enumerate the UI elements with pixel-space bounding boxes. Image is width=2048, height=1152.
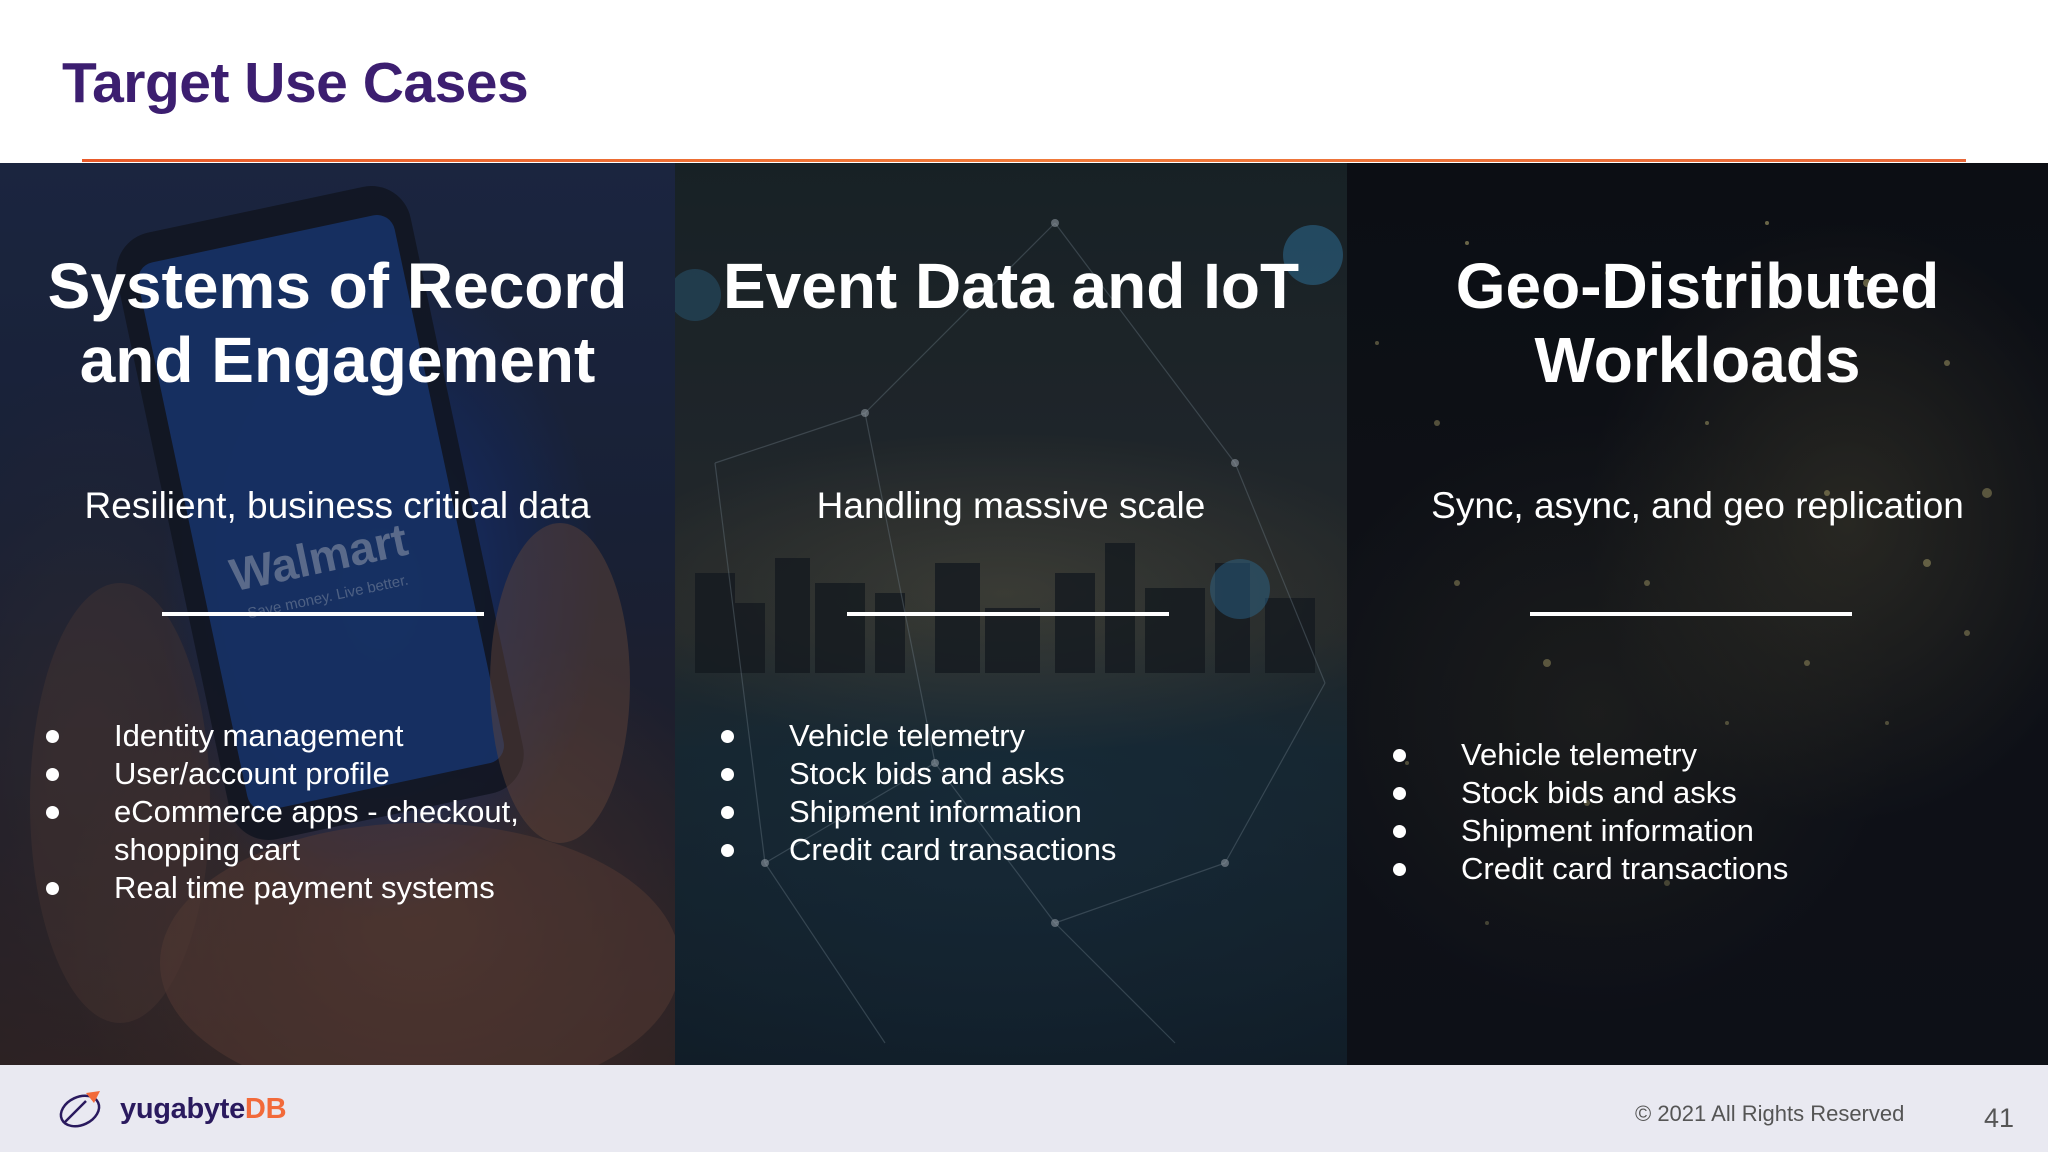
use-case-panels: Walmart Save money. Live better. Systems… (0, 163, 2048, 1065)
panel-heading-line1: Event Data and IoT (722, 250, 1300, 322)
list-item: Shipment information (1347, 812, 2021, 850)
bullet-dot (46, 882, 59, 895)
bullet-list: Vehicle telemetry Stock bids and asks Sh… (675, 717, 1347, 869)
bullet-dot (46, 768, 59, 781)
panel-heading: Geo-Distributed Workloads (1347, 249, 2048, 397)
bullet-dot (1393, 825, 1406, 838)
copyright-text: © 2021 All Rights Reserved (1635, 1101, 1905, 1126)
list-item: Credit card transactions (1347, 850, 2021, 888)
list-item: Stock bids and asks (1347, 774, 2021, 812)
list-item: Identity management (0, 717, 674, 755)
bullet-dot (721, 844, 734, 857)
slide-footer: yugabyteDB © 2021 All Rights Reserved 41 (0, 1065, 2048, 1152)
list-item: eCommerce apps - checkout, shopping cart (0, 793, 534, 869)
bullet-dot (721, 806, 734, 819)
page-number: 41 (1984, 1103, 2015, 1133)
bullet-dot (721, 768, 734, 781)
bullet-dot (46, 730, 59, 743)
panel-divider (162, 612, 484, 616)
bullet-dot (46, 806, 59, 819)
panel-subtitle: Handling massive scale (816, 485, 1206, 526)
list-item: Vehicle telemetry (675, 717, 1347, 755)
panel-heading-line2: Workloads (1534, 324, 1861, 396)
yugabyte-logo-icon (59, 1091, 101, 1128)
list-item: Vehicle telemetry (1347, 736, 2021, 774)
bullet-dot (1393, 863, 1406, 876)
bullet-dot (721, 730, 734, 743)
list-item: Stock bids and asks (675, 755, 1347, 793)
panel-heading: Event Data and IoT (675, 249, 1347, 323)
bullet-dot (1393, 749, 1406, 762)
list-item: Shipment information (675, 793, 1347, 831)
title-divider (82, 159, 1966, 162)
list-item: User/account profile (0, 755, 674, 793)
logo-wordmark: yugabyteDB (120, 1092, 287, 1125)
bullet-list: Vehicle telemetry Stock bids and asks Sh… (1347, 736, 2021, 888)
bullet-list: Identity management User/account profile… (0, 717, 674, 907)
panel-heading-line1: Geo-Distributed (1455, 250, 1940, 322)
panel-geo-distributed: Geo-Distributed Workloads Sync, async, a… (1347, 163, 2048, 1065)
panel-divider (1530, 612, 1852, 616)
slide-title: Target Use Cases (62, 51, 529, 115)
panel-heading-line2: and Engagement (79, 324, 596, 396)
panel-subtitle: Sync, async, and geo replication (1431, 485, 1964, 526)
list-item: Real time payment systems (0, 869, 674, 907)
panel-event-data-iot: Event Data and IoT Handling massive scal… (675, 163, 1347, 1065)
slide: Target Use Cases Walmart Save money. Liv… (0, 0, 2048, 1152)
bullet-dot (1393, 787, 1406, 800)
panel-subtitle: Resilient, business critical data (84, 485, 591, 526)
panel-heading: Systems of Record and Engagement (0, 249, 675, 397)
panel-systems-of-record: Walmart Save money. Live better. Systems… (0, 163, 675, 1065)
panel-divider (847, 612, 1169, 616)
yugabytedb-logo: yugabyteDB (56, 1087, 287, 1131)
list-item: Credit card transactions (675, 831, 1347, 869)
panel-heading-line1: Systems of Record (47, 250, 628, 322)
